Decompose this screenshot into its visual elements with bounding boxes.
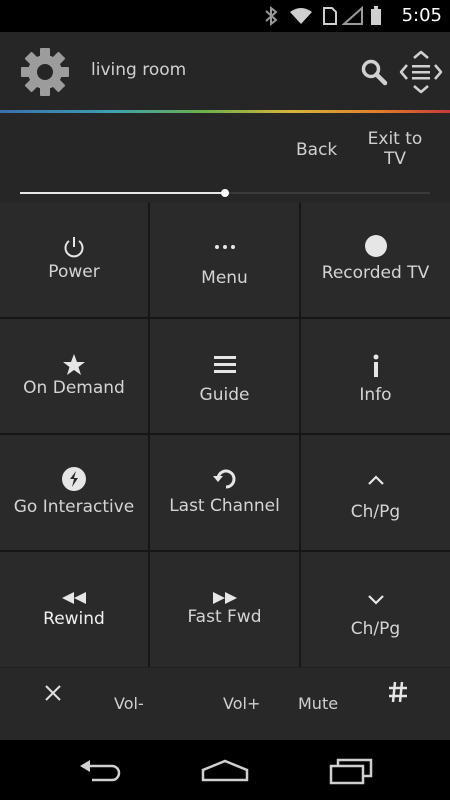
exit-label-line1: Exit to: [367, 129, 423, 149]
slider-fill: [20, 192, 225, 194]
status-icons: [265, 6, 381, 26]
fast-forward-button[interactable]: Fast Fwd: [150, 552, 299, 667]
channel-up-label: Ch/Pg: [350, 502, 401, 522]
volume-down-button[interactable]: Vol-: [114, 694, 144, 713]
fast-forward-label: Fast Fwd: [187, 607, 262, 627]
power-label: Power: [48, 262, 100, 282]
channel-up-button[interactable]: Ch/Pg: [301, 435, 450, 550]
rewind-button[interactable]: Rewind: [0, 552, 148, 667]
dpad-expand-icon[interactable]: [399, 50, 443, 94]
guide-icon: [213, 356, 236, 373]
back-nav-icon[interactable]: [78, 758, 122, 782]
sub-bar: Back Exit to TV: [0, 113, 450, 203]
gear-icon[interactable]: [20, 47, 70, 97]
on-demand-button[interactable]: On Demand: [0, 319, 148, 433]
volume-up-button[interactable]: Vol+: [223, 694, 260, 713]
record-icon: [364, 235, 387, 257]
recents-nav-icon[interactable]: [329, 757, 373, 785]
hash-keypad-icon[interactable]: [388, 681, 408, 703]
channel-down-button[interactable]: Ch/Pg: [301, 552, 450, 667]
app-header: living room: [0, 32, 450, 110]
progress-slider[interactable]: [20, 189, 430, 197]
bluetooth-icon: [265, 6, 278, 26]
recorded-tv-label: Recorded TV: [321, 263, 430, 283]
sim-icon: [323, 7, 337, 25]
exit-to-tv-button[interactable]: Exit to TV: [360, 129, 430, 169]
navigation-bar: [0, 740, 450, 800]
last-channel-icon: [212, 469, 235, 489]
on-demand-label: On Demand: [23, 378, 125, 398]
channel-down-label: Ch/Pg: [350, 619, 401, 639]
search-icon[interactable]: [360, 58, 388, 86]
interactive-icon: [62, 467, 86, 491]
mute-button[interactable]: Mute: [298, 694, 338, 713]
chevron-down-icon: [367, 595, 384, 605]
close-icon[interactable]: [44, 684, 62, 702]
power-icon: [64, 237, 84, 258]
room-label[interactable]: living room: [91, 60, 186, 80]
more-dots-icon: [214, 245, 235, 249]
status-bar: 5:05: [0, 0, 450, 32]
battery-icon: [371, 6, 381, 25]
info-label: Info: [359, 385, 392, 405]
remote-grid: Power Menu Recorded TV On Demand Guide I…: [0, 203, 450, 667]
clock: 5:05: [401, 5, 442, 26]
slider-thumb[interactable]: [221, 189, 229, 197]
go-interactive-label: Go Interactive: [13, 497, 135, 517]
guide-button[interactable]: Guide: [150, 319, 299, 433]
signal-icon: [341, 6, 363, 25]
info-icon: [373, 354, 378, 377]
fast-forward-icon: [212, 592, 237, 604]
power-button[interactable]: Power: [0, 203, 148, 317]
info-button[interactable]: Info: [301, 319, 450, 433]
star-icon: [63, 354, 85, 375]
menu-label: Menu: [201, 268, 248, 288]
back-button[interactable]: Back: [296, 140, 337, 160]
last-channel-label: Last Channel: [169, 496, 280, 516]
recorded-tv-button[interactable]: Recorded TV: [301, 203, 450, 317]
go-interactive-button[interactable]: Go Interactive: [0, 435, 148, 550]
menu-button[interactable]: Menu: [150, 203, 299, 317]
volume-bar: Vol- Vol+ Mute: [0, 668, 450, 740]
last-channel-button[interactable]: Last Channel: [150, 435, 299, 550]
wifi-icon: [290, 8, 312, 24]
exit-label-line2: TV: [383, 149, 406, 169]
guide-label: Guide: [199, 385, 250, 405]
rewind-icon: [62, 592, 86, 604]
chevron-up-icon: [367, 475, 384, 485]
home-nav-icon[interactable]: [201, 758, 249, 782]
rewind-label: Rewind: [43, 609, 105, 629]
